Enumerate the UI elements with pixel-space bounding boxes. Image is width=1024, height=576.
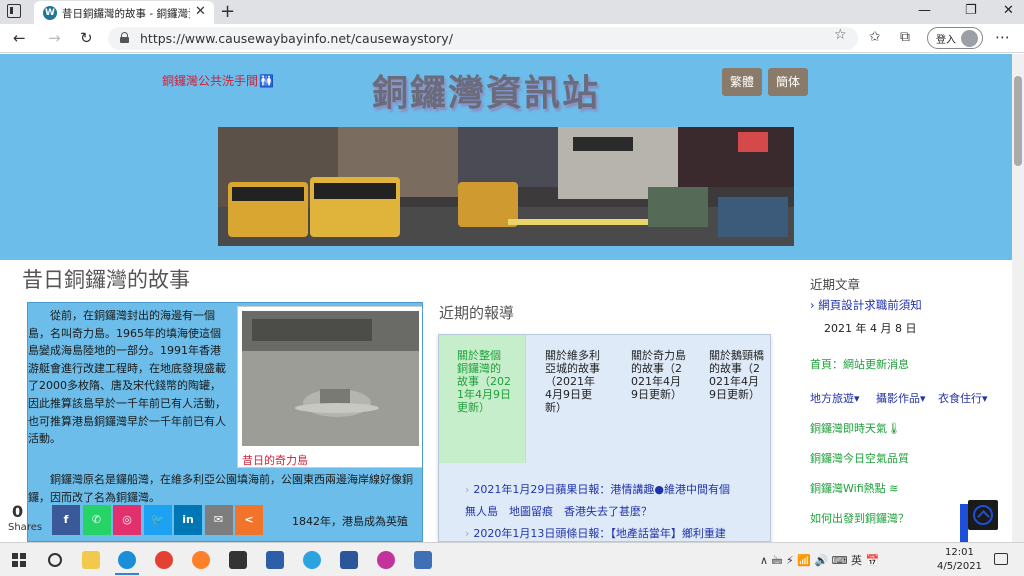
mail-icon[interactable] [266, 551, 284, 569]
wifi-link[interactable]: 銅鑼灣Wifi熱點 ≋ [810, 480, 898, 496]
restroom-link-label: 銅鑼灣公共洗手間 [162, 74, 259, 88]
collections-icon[interactable]: ⧉ [900, 29, 910, 45]
kellett-island-photo[interactable] [242, 311, 419, 446]
story-paragraph-2: 銅鑼灣原名是鑼船灣，在維多利亞公園填海前，公園東西兩邊海岸線好像銅鑼，因而改了名… [28, 473, 413, 504]
favorite-star-icon[interactable]: ☆ [834, 27, 847, 43]
notification-icon[interactable] [994, 553, 1008, 565]
lang-simplified-button[interactable]: 簡体 [768, 68, 808, 96]
favorites-icon[interactable]: ✩ [869, 29, 881, 45]
page-viewport: 銅鑼灣公共洗手間🚻 銅鑼灣資訊站 繁體 簡体 昔日銅鑼灣的故事 從前，在銅鑼灣封… [0, 54, 1024, 542]
store-icon[interactable] [229, 551, 247, 569]
clock-date[interactable]: 4/5/2021 [937, 561, 982, 572]
menu-living[interactable]: 衣食住行▾ [938, 390, 988, 406]
share-label: Shares [8, 522, 43, 533]
arrow-up-icon [973, 505, 993, 525]
lang-traditional-button[interactable]: 繁體 [722, 68, 762, 96]
wifi-icon: ≋ [885, 482, 899, 495]
app-icon[interactable] [377, 551, 395, 569]
browser-toolbar: ← → ↻ https://www.causewaybayinfo.net/ca… [0, 24, 1024, 53]
photos-icon[interactable] [414, 551, 432, 569]
tab-title: 昔日銅鑼灣的故事 - 銅鑼灣資訊站 [62, 8, 190, 20]
new-tab-icon[interactable]: + [220, 1, 235, 22]
reports-box: 關於整個銅鑼灣的故事（2021年4月9日更新） 關於維多利亞城的故事（2021年… [438, 334, 771, 542]
homepage-link[interactable]: 首頁：網站更新消息 [810, 356, 909, 372]
chevron-right-icon: › [465, 527, 470, 540]
sidebar-heading: 近期文章 [810, 277, 861, 292]
system-tray[interactable]: ∧ 🖮 ⚡ 📶 🔊 ⌨ 英 📅 [760, 552, 879, 571]
address-bar[interactable]: https://www.causewaybayinfo.net/causeway… [108, 27, 858, 50]
page-scrollbar[interactable] [1012, 54, 1024, 542]
file-explorer-icon[interactable] [82, 551, 100, 569]
browser-tab[interactable]: W 昔日銅鑼灣的故事 - 銅鑼灣資訊站 ✕ [34, 1, 214, 24]
recent-post-link[interactable]: › 網頁設計求職前須知 [810, 297, 922, 313]
minimize-icon[interactable]: — [918, 3, 931, 18]
share-instagram-button[interactable]: ◎ [113, 505, 141, 535]
menu-photography[interactable]: 攝影作品▾ [876, 390, 926, 406]
page-title: 昔日銅鑼灣的故事 [22, 268, 190, 292]
story-paragraph-1: 從前，在銅鑼灣封出的海邊有一個島，名叫奇力島。1965年的填海使這個島變成海島陸… [28, 309, 226, 446]
side-tab[interactable] [960, 504, 968, 542]
chrome-icon[interactable] [155, 551, 173, 569]
close-window-icon[interactable]: ✕ [1003, 3, 1014, 18]
share-twitter-button[interactable]: 🐦 [143, 505, 172, 535]
signin-label: 登入 [936, 35, 956, 46]
photo-card: 昔日的奇力島 [237, 306, 422, 468]
profile-avatar-icon [961, 30, 978, 47]
signin-button[interactable]: 登入 [927, 27, 983, 49]
lock-icon[interactable] [120, 32, 129, 43]
share-linkedin-button[interactable]: in [174, 505, 202, 535]
news-item-continued[interactable]: 無人島 地圖留痕 香港失去了甚麼？ [465, 503, 652, 519]
refresh-icon[interactable]: ↻ [80, 29, 93, 47]
weather-link[interactable]: 銅鑼灣即時天氣🌡 [810, 420, 901, 436]
report-tab-canal-road[interactable]: 關於鵝頸橋的故事（2021年4月9日更新） [709, 349, 765, 401]
story-paragraph-3: 1842年，港島成為英殖 [292, 515, 408, 528]
news-item-text: 2021年1月29日蘋果日報：港情講趣●維港中間有個 [473, 483, 730, 496]
windows-taskbar: ∧ 🖮 ⚡ 📶 🔊 ⌨ 英 📅 12:01 4/5/2021 [0, 542, 1024, 576]
share-more-button[interactable]: < [235, 505, 263, 535]
wordpress-favicon-icon: W [43, 6, 57, 20]
restroom-link[interactable]: 銅鑼灣公共洗手間🚻 [162, 72, 274, 89]
chevron-right-icon: › [465, 483, 470, 496]
url-text[interactable]: https://www.causewaybayinfo.net/causeway… [140, 31, 453, 46]
scrollbar-thumb[interactable] [1014, 76, 1022, 166]
site-title[interactable]: 銅鑼灣資訊站 [372, 64, 600, 116]
share-facebook-button[interactable]: f [52, 505, 80, 535]
air-quality-link[interactable]: 銅鑼灣今日空氣品質 [810, 450, 909, 466]
news-item-text: 2020年1月13日頭條日報：【地產話當年】鄉利重建 [473, 527, 726, 540]
news-item[interactable]: › 2021年1月29日蘋果日報：港情講趣●維港中間有個 [465, 481, 730, 497]
report-tab-causeway-bay[interactable]: 關於整個銅鑼灣的故事（2021年4月9日更新） [457, 349, 511, 414]
scroll-to-top-button[interactable] [968, 500, 998, 530]
photo-caption: 昔日的奇力島 [242, 454, 308, 467]
windows-start-icon[interactable] [12, 553, 26, 567]
clock-time[interactable]: 12:01 [945, 547, 974, 558]
restroom-icon: 🚻 [259, 74, 274, 88]
forward-icon[interactable]: → [48, 29, 61, 47]
report-tab-victoria-city[interactable]: 關於維多利亞城的故事（2021年4月9日更新） [545, 349, 601, 414]
share-count: 0 [12, 502, 24, 521]
reports-heading: 近期的報導 [439, 304, 515, 322]
restore-icon[interactable]: ❐ [965, 3, 977, 18]
edge-browser-icon[interactable] [115, 551, 139, 575]
share-email-button[interactable]: ✉ [204, 505, 233, 535]
tab-actions-icon[interactable] [7, 4, 21, 18]
more-icon[interactable]: ⋯ [995, 28, 1010, 46]
word-icon[interactable] [340, 551, 358, 569]
recent-post-title: 網頁設計求職前須知 [818, 298, 922, 312]
news-item[interactable]: › 2020年1月13日頭條日報：【地產話當年】鄉利重建 [465, 525, 726, 541]
close-tab-icon[interactable]: ✕ [195, 4, 206, 19]
back-icon[interactable]: ← [13, 29, 26, 47]
menu-travel[interactable]: 地方旅遊▾ [810, 390, 860, 406]
search-icon[interactable] [48, 553, 62, 567]
browser-titlebar: W 昔日銅鑼灣的故事 - 銅鑼灣資訊站 ✕ + — ❐ ✕ [0, 0, 1024, 24]
firefox-icon[interactable] [192, 551, 210, 569]
street-banner-image [218, 127, 794, 246]
reports-divider [525, 335, 526, 463]
site-header: 銅鑼灣公共洗手間🚻 銅鑼灣資訊站 繁體 簡体 [0, 54, 1012, 260]
ie-icon[interactable] [303, 551, 321, 569]
report-tab-kellett-island[interactable]: 關於奇力島的故事（2021年4月9日更新） [631, 349, 687, 401]
share-whatsapp-button[interactable]: ✆ [82, 505, 111, 535]
recent-post-date: 2021 年 4 月 8 日 [824, 322, 917, 335]
directions-link[interactable]: 如何出發到銅鑼灣？ [810, 510, 909, 526]
wifi-link-label: 銅鑼灣Wifi熱點 [810, 482, 886, 495]
